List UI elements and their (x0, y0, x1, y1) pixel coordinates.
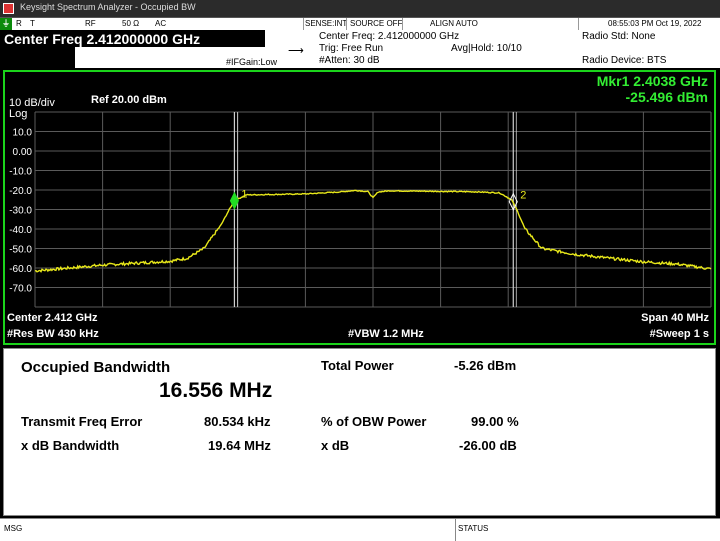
footer-bar: MSG STATUS (0, 518, 720, 541)
center-freq-banner[interactable]: Center Freq 2.412000000 GHz (0, 30, 265, 47)
y-tick-label: -40.0 (9, 225, 32, 236)
xdb-value: -26.00 dB (459, 438, 517, 453)
center-freq-info: Center Freq: 2.412000000 GHz (319, 31, 460, 42)
ifgain-info: #IFGain:Low (226, 57, 278, 67)
vbw-label: #VBW 1.2 MHz (348, 328, 424, 340)
xdb-label: x dB (321, 438, 350, 453)
t-indicator: T (30, 19, 35, 28)
status-label: STATUS (458, 524, 489, 533)
title-bar: Keysight Spectrum Analyzer - Occupied BW (0, 0, 720, 18)
status-strip: ⏚ R T RF 50 Ω AC SENSE:INT SOURCE OFF AL… (0, 18, 720, 30)
total-power-label: Total Power (321, 358, 394, 373)
sense-label: SENSE:INT (305, 19, 348, 28)
trigger-arrow-icon: ⟶ (288, 45, 304, 57)
y-tick-label: -60.0 (9, 264, 32, 275)
radio-device: Radio Device: BTS (582, 55, 667, 66)
datetime: 08:55:03 PM Oct 19, 2022 (608, 19, 702, 28)
app-icon (3, 3, 14, 14)
source-label: SOURCE OFF (350, 19, 403, 28)
atten-info: #Atten: 30 dB (319, 55, 380, 66)
y-tick-label: -10.0 (9, 167, 32, 178)
y-tick-label: -20.0 (9, 186, 32, 197)
y-tick-label: 0.00 (13, 147, 33, 158)
tfe-label: Transmit Freq Error (21, 414, 143, 429)
r-indicator: R (16, 19, 22, 28)
measurement-panel: Occupied Bandwidth 16.556 MHz Transmit F… (3, 348, 716, 516)
tfe-value: 80.534 kHz (204, 414, 271, 429)
obw-title: Occupied Bandwidth (21, 359, 171, 376)
y-tick-label: -50.0 (9, 245, 32, 256)
sweep-label: #Sweep 1 s (649, 328, 709, 340)
center-freq-label: Center 2.412 GHz (7, 312, 98, 324)
obw-pct-value: 99.00 % (471, 414, 519, 429)
obw-value: 16.556 MHz (159, 379, 273, 402)
res-bw-label: #Res BW 430 kHz (7, 328, 99, 340)
avg-hold-info: Avg|Hold: 10/10 (451, 43, 522, 54)
rf-label: RF (85, 19, 96, 28)
align-label: ALIGN AUTO (430, 19, 478, 28)
impedance-label: 50 Ω (122, 19, 140, 28)
header-black-block (0, 47, 75, 68)
trig-info: Trig: Free Run (319, 43, 384, 54)
y-tick-label: -30.0 (9, 206, 32, 217)
spectrum-graph[interactable]: Mkr1 2.4038 GHz -25.496 dBm 10 dB/div Lo… (3, 70, 716, 345)
xdb-bw-value: 19.64 MHz (208, 438, 271, 453)
msg-label: MSG (4, 524, 23, 533)
y-tick-label: 10.0 (13, 128, 33, 139)
radio-std: Radio Std: None (582, 31, 656, 42)
span-label: Span 40 MHz (641, 312, 709, 324)
marker-2-label: 2 (520, 190, 526, 202)
xdb-bw-label: x dB Bandwidth (21, 438, 120, 453)
obw-pct-label: % of OBW Power (321, 414, 427, 429)
window-title: Keysight Spectrum Analyzer - Occupied BW (20, 2, 196, 12)
marker-1-label: 1 (241, 189, 247, 201)
y-tick-label: -70.0 (9, 284, 32, 295)
coupling-label: AC (155, 19, 167, 28)
rt-indicator: ⏚ (0, 18, 12, 30)
total-power-value: -5.26 dBm (454, 358, 517, 373)
settings-header: Center Freq 2.412000000 GHz ⟶ Center Fre… (0, 30, 720, 68)
spectrum-plot: 10.0 0.00 -10.0 -20.0 -30.0 -40.0 -50.0 -60.0 -7… (9, 111, 712, 308)
